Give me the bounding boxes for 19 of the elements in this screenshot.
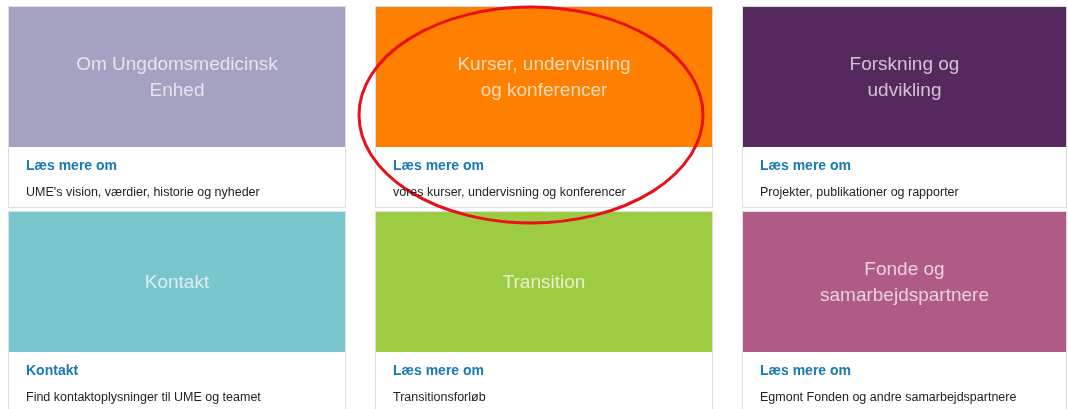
card-description: Find kontaktoplysninger til UME og teamet — [26, 389, 262, 406]
tile[interactable]: Fonde og samarbejdspartnere — [743, 212, 1066, 352]
tile-title: Transition — [502, 270, 586, 294]
tile[interactable]: Forskning og udvikling — [743, 7, 1066, 147]
read-more-link[interactable]: Kontakt — [26, 360, 79, 381]
tile-title: Forskning og udvikling — [849, 52, 960, 102]
card-description: Egmont Fonden og andre samarbejdspartnere — [760, 389, 1018, 406]
read-more-link[interactable]: Læs mere om — [760, 155, 852, 176]
card-description: Projekter, publikationer og rapporter — [760, 184, 960, 201]
read-more-link[interactable]: Læs mere om — [393, 360, 485, 381]
tile-title: Kurser, undervisning og konferencer — [457, 52, 631, 102]
tile-title: Kontakt — [144, 270, 210, 294]
card-description: Transitionsforløb — [393, 389, 487, 406]
read-more-link[interactable]: Læs mere om — [26, 155, 118, 176]
tile-title: Om Ungdomsmedicinsk Enhed — [76, 52, 278, 102]
read-more-link[interactable]: Læs mere om — [760, 360, 852, 381]
card-description: UME's vision, værdier, historie og nyheder — [26, 184, 261, 201]
tile-title: Fonde og samarbejdspartnere — [820, 257, 989, 307]
read-more-link[interactable]: Læs mere om — [393, 155, 485, 176]
